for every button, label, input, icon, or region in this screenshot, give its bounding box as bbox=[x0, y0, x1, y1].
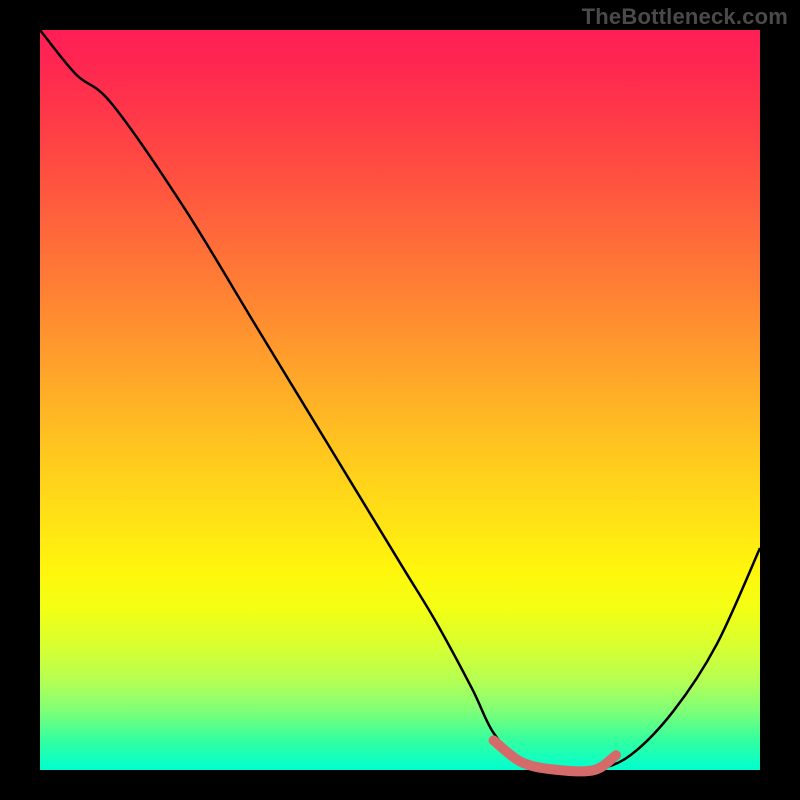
watermark-text: TheBottleneck.com bbox=[582, 4, 788, 30]
highlight-band-path bbox=[494, 740, 616, 771]
plot-area bbox=[40, 30, 760, 770]
chart-frame: TheBottleneck.com bbox=[0, 0, 800, 800]
main-curve-path bbox=[40, 30, 760, 771]
curve-svg bbox=[40, 30, 760, 770]
